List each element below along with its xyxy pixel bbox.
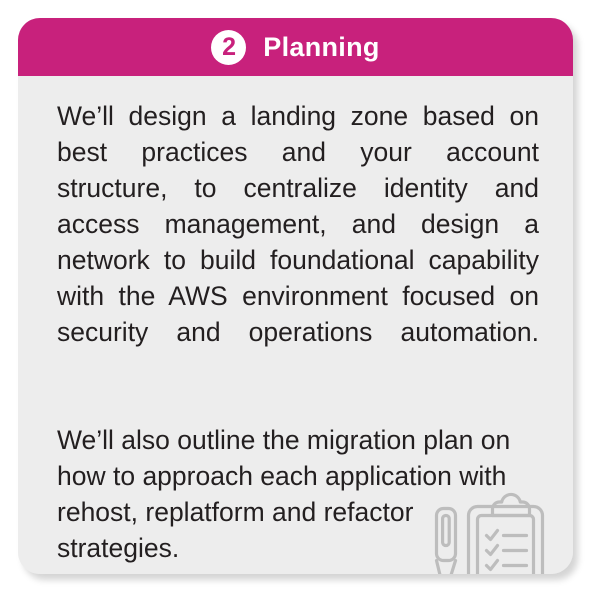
card-body: We’ll design a landing zone based on bes… bbox=[18, 76, 573, 574]
body-paragraph-1: We’ll design a landing zone based on bes… bbox=[57, 101, 539, 347]
step-number-badge: 2 bbox=[211, 29, 247, 65]
planning-step-card: 2 Planning We’ll design a landing zone b… bbox=[18, 18, 573, 574]
body-paragraph-2: We’ll also outline the migration plan on… bbox=[57, 425, 511, 563]
slide-canvas: 2 Planning We’ll design a landing zone b… bbox=[0, 0, 591, 599]
card-header: 2 Planning bbox=[18, 18, 573, 76]
card-title: Planning bbox=[263, 31, 380, 62]
